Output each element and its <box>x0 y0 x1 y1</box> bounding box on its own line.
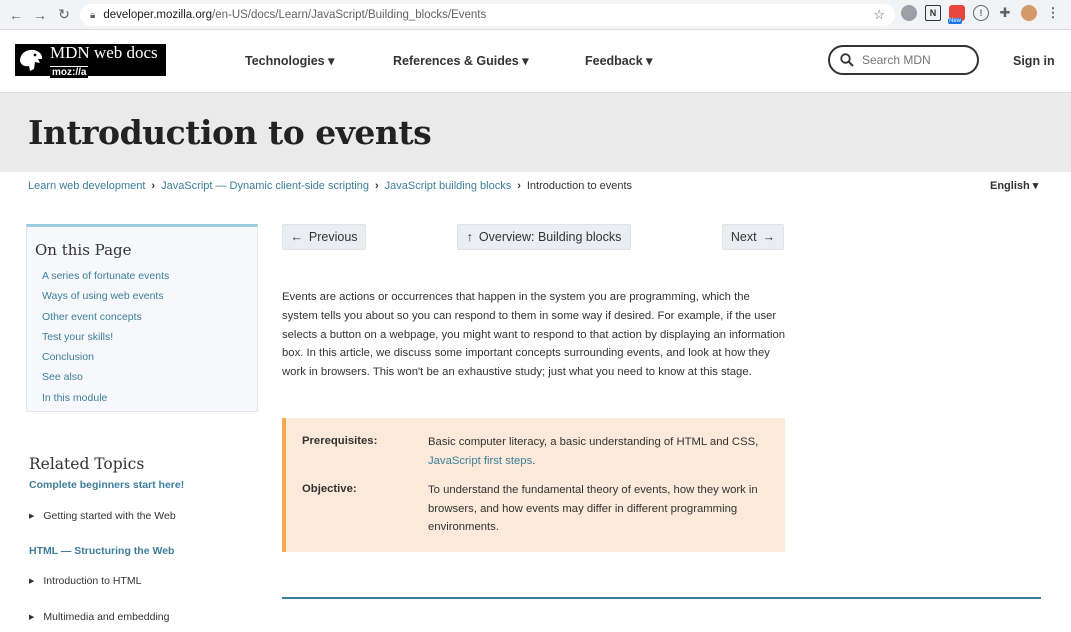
toc-item[interactable]: In this module <box>42 391 169 411</box>
extensions-area: N New ! ✚ ⋮ <box>901 5 1061 24</box>
address-bar[interactable]: 🔒︎ developer.mozilla.org/en-US/docs/Lear… <box>80 4 895 26</box>
extension-circle-icon[interactable] <box>901 5 917 21</box>
breadcrumb-learn[interactable]: Learn web development <box>28 180 145 192</box>
puzzle-icon[interactable]: ✚ <box>997 5 1013 21</box>
toc-item[interactable]: See also <box>42 370 169 390</box>
prerequisites-value: Basic computer literacy, a basic underst… <box>428 436 759 467</box>
toc-item[interactable]: Ways of using web events <box>42 289 169 309</box>
notion-icon[interactable]: N <box>925 5 941 21</box>
nav-references-guides[interactable]: References & Guides ▾ <box>393 53 529 68</box>
related-item-label: Introduction to HTML <box>43 575 142 587</box>
triangle-right-icon: ▶ <box>29 614 35 621</box>
toc-item[interactable]: Test your skills! <box>42 330 169 350</box>
related-item[interactable]: ▶ Getting started with the Web <box>29 510 176 522</box>
arrow-right-icon: → <box>762 230 776 244</box>
related-item-label: Multimedia and embedding <box>43 611 170 623</box>
search-box[interactable] <box>828 45 979 75</box>
related-html-link[interactable]: HTML — Structuring the Web <box>29 545 174 557</box>
arrow-left-icon: ← <box>290 230 303 244</box>
toc-item[interactable]: A series of fortunate events <box>42 269 169 289</box>
breadcrumb: Learn web development › JavaScript — Dyn… <box>28 180 632 192</box>
previous-label: Previous <box>308 230 358 244</box>
logo-text: MDN web docs <box>50 43 158 62</box>
previous-button[interactable]: ← Previous <box>282 224 366 250</box>
nav-technologies[interactable]: Technologies ▾ <box>245 53 334 68</box>
reload-icon[interactable]: ↻ <box>52 3 76 27</box>
triangle-right-icon: ▶ <box>29 578 35 585</box>
page-title: Introduction to events <box>28 113 432 152</box>
browser-toolbar: ← → ↻ 🔒︎ developer.mozilla.org/en-US/doc… <box>0 0 1071 30</box>
search-icon <box>840 53 854 67</box>
intro-paragraph: Events are actions or occurrences that h… <box>282 291 786 379</box>
title-band: Introduction to events <box>0 92 1071 172</box>
overview-label: Overview: Building blocks <box>478 230 622 244</box>
on-this-page-box: On this Page A series of fortunate event… <box>26 224 258 412</box>
info-icon[interactable]: ! <box>973 5 989 21</box>
url-path: /en-US/docs/Learn/JavaScript/Building_bl… <box>212 9 487 21</box>
search-input[interactable] <box>862 53 972 67</box>
objective-value: To understand the fundamental theory of … <box>428 484 758 533</box>
breadcrumb-building-blocks[interactable]: JavaScript building blocks <box>385 180 512 192</box>
breadcrumb-javascript[interactable]: JavaScript — Dynamic client-side scripti… <box>161 180 369 192</box>
mdn-logo[interactable]: MDN web docs moz://a <box>15 43 166 78</box>
next-button[interactable]: Next → <box>722 224 784 250</box>
forward-arrow-icon[interactable]: → <box>28 3 52 27</box>
menu-dots-icon[interactable]: ⋮ <box>1045 5 1061 21</box>
javascript-first-steps-link[interactable]: JavaScript first steps <box>428 455 532 467</box>
related-beginners-link[interactable]: Complete beginners start here! <box>29 479 184 491</box>
chevron-right-icon: › <box>517 180 521 192</box>
nav-feedback[interactable]: Feedback ▾ <box>585 53 652 68</box>
profile-avatar[interactable] <box>1021 5 1037 21</box>
url-domain: developer.mozilla.org <box>103 9 212 21</box>
breadcrumb-current: Introduction to events <box>526 180 633 192</box>
overview-button[interactable]: ↑ Overview: Building blocks <box>457 224 631 250</box>
back-arrow-icon[interactable]: ← <box>4 3 28 27</box>
arrow-up-icon: ↑ <box>466 230 473 244</box>
next-label: Next <box>730 230 757 244</box>
lock-icon: 🔒︎ <box>90 9 96 21</box>
toc-list: A series of fortunate events Ways of usi… <box>42 269 169 411</box>
related-topics-title: Related Topics <box>29 455 145 473</box>
toc-item[interactable]: Other event concepts <box>42 310 169 330</box>
dinosaur-icon <box>15 44 47 76</box>
mozilla-wordmark: moz://a <box>50 66 89 78</box>
prerequisites-box: Prerequisites: Basic computer literacy, … <box>282 418 785 552</box>
chevron-right-icon: › <box>151 180 156 192</box>
toc-item[interactable]: Conclusion <box>42 350 169 370</box>
language-selector[interactable]: English ▾ <box>990 179 1038 192</box>
prerequisites-label: Prerequisites: <box>302 435 378 447</box>
sign-in-link[interactable]: Sign in <box>1013 54 1055 68</box>
related-item-label: Getting started with the Web <box>43 510 176 522</box>
new-extension-icon[interactable]: New <box>948 5 965 24</box>
chevron-right-icon: › <box>374 180 379 192</box>
related-item[interactable]: ▶ Multimedia and embedding <box>29 611 169 623</box>
bookmark-star-icon[interactable]: ☆ <box>873 7 885 23</box>
section-divider <box>282 597 1041 599</box>
objective-label: Objective: <box>302 483 357 495</box>
new-badge: New <box>948 18 963 24</box>
toc-title: On this Page <box>35 241 132 259</box>
triangle-right-icon: ▶ <box>29 513 35 520</box>
site-header: MDN web docs moz://a Technologies ▾ Refe… <box>0 30 1071 92</box>
related-item[interactable]: ▶ Introduction to HTML <box>29 575 141 587</box>
